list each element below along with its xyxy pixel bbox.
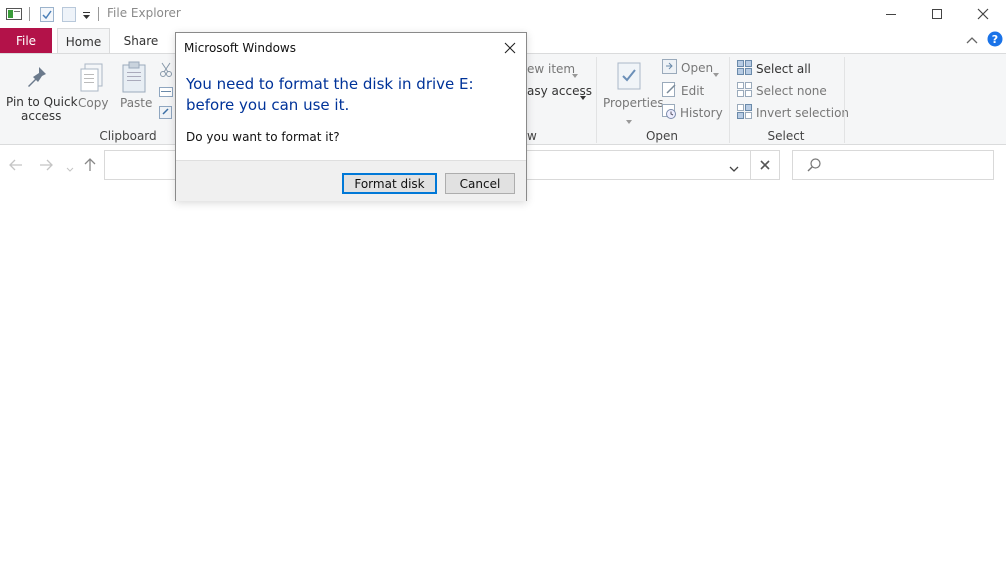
- cancel-button[interactable]: Cancel: [445, 173, 515, 194]
- open-dropdown-icon: [713, 66, 719, 80]
- dialog-close-button[interactable]: [498, 36, 522, 60]
- collapse-ribbon-icon[interactable]: [966, 34, 978, 48]
- select-none-icon: [737, 82, 752, 100]
- close-icon: [504, 42, 516, 54]
- copy-icon: [79, 63, 105, 96]
- title-bar: File Explorer: [0, 0, 1006, 28]
- close-window-button[interactable]: [960, 0, 1006, 28]
- paste-button[interactable]: Paste: [116, 60, 152, 112]
- select-none-button[interactable]: Select none: [736, 81, 836, 99]
- history-label: History: [680, 106, 723, 120]
- easy-access-dropdown-icon: [580, 89, 586, 103]
- address-dropdown-icon[interactable]: [729, 162, 739, 176]
- up-arrow-icon[interactable]: [84, 158, 96, 175]
- maximize-button[interactable]: [914, 0, 960, 28]
- invert-selection-label: Invert selection: [756, 106, 850, 120]
- close-icon: [760, 160, 770, 170]
- open-button[interactable]: Open: [661, 58, 723, 77]
- pin-icon: [26, 65, 48, 92]
- paste-label: Paste: [120, 96, 153, 110]
- title-separator: [29, 7, 30, 21]
- clipboard-group-label: Clipboard: [99, 129, 157, 143]
- pin-to-quick-access-button[interactable]: Pin to Quick access: [4, 60, 78, 123]
- ribbon-group-separator: [844, 57, 845, 143]
- select-all-button[interactable]: Select all: [736, 59, 836, 77]
- back-arrow-icon[interactable]: [9, 159, 23, 174]
- maximize-icon: [932, 9, 942, 19]
- search-input[interactable]: [792, 150, 994, 180]
- select-all-icon: [737, 60, 752, 78]
- svg-text:?: ?: [992, 33, 998, 46]
- invert-selection-icon: [737, 104, 752, 122]
- tab-home[interactable]: Home: [57, 28, 110, 54]
- paste-icon: [121, 61, 147, 96]
- minimize-button[interactable]: [868, 0, 914, 28]
- copy-button[interactable]: Copy: [75, 60, 109, 112]
- explorer-app-icon[interactable]: [6, 8, 22, 23]
- pin-label-line2: access: [21, 109, 62, 123]
- close-icon: [977, 8, 989, 20]
- invert-selection-button[interactable]: Invert selection: [736, 103, 849, 122]
- open-label: Open: [681, 61, 714, 75]
- paste-shortcut-icon[interactable]: [159, 105, 173, 122]
- tab-share[interactable]: Share: [115, 28, 167, 53]
- properties-label: Properties: [603, 96, 664, 110]
- edit-button[interactable]: Edit: [661, 81, 723, 99]
- minimize-icon: [886, 14, 896, 15]
- window-title: File Explorer: [107, 6, 181, 20]
- qat-dropdown-icon[interactable]: [82, 9, 91, 23]
- format-disk-button[interactable]: Format disk: [342, 173, 437, 194]
- tab-file[interactable]: File: [0, 28, 52, 53]
- select-all-label: Select all: [756, 62, 811, 76]
- clear-address-button[interactable]: [750, 150, 780, 180]
- pin-label-line1: Pin to Quick: [6, 95, 78, 109]
- new-item-dropdown-icon: [572, 67, 578, 81]
- dialog-title: Microsoft Windows: [184, 41, 296, 55]
- dialog-question: Do you want to format it?: [186, 130, 340, 144]
- properties-dropdown-icon: [626, 113, 632, 127]
- properties-qat-icon[interactable]: [40, 7, 54, 25]
- open-icon: [662, 59, 677, 77]
- select-none-label: Select none: [756, 84, 827, 98]
- dialog-footer: Format disk Cancel: [176, 160, 526, 201]
- history-icon: [662, 104, 677, 122]
- new-item-label[interactable]: ew item: [527, 62, 575, 76]
- edit-icon: [662, 82, 677, 100]
- open-group-label: Open: [645, 129, 679, 143]
- select-group-label: Select: [767, 129, 805, 143]
- help-icon[interactable]: ?: [987, 31, 1003, 50]
- search-icon: [807, 158, 821, 175]
- copy-path-icon[interactable]: [159, 86, 173, 100]
- ribbon-group-separator: [596, 57, 597, 143]
- edit-label: Edit: [681, 84, 705, 98]
- dialog-message: You need to format the disk in drive E: …: [186, 75, 474, 114]
- new-group-label: w: [527, 129, 537, 143]
- forward-arrow-icon[interactable]: [39, 159, 53, 174]
- properties-button[interactable]: Properties: [600, 60, 664, 124]
- history-button[interactable]: History: [661, 103, 727, 121]
- copy-label: Copy: [78, 96, 109, 110]
- recent-locations-chevron-icon[interactable]: [66, 162, 74, 176]
- cut-icon[interactable]: [159, 62, 173, 81]
- properties-icon: [617, 62, 641, 93]
- title-separator: [98, 7, 99, 21]
- new-folder-qat-icon[interactable]: [62, 7, 76, 25]
- ribbon-group-separator: [729, 57, 730, 143]
- format-disk-dialog: Microsoft Windows You need to format the…: [175, 32, 527, 201]
